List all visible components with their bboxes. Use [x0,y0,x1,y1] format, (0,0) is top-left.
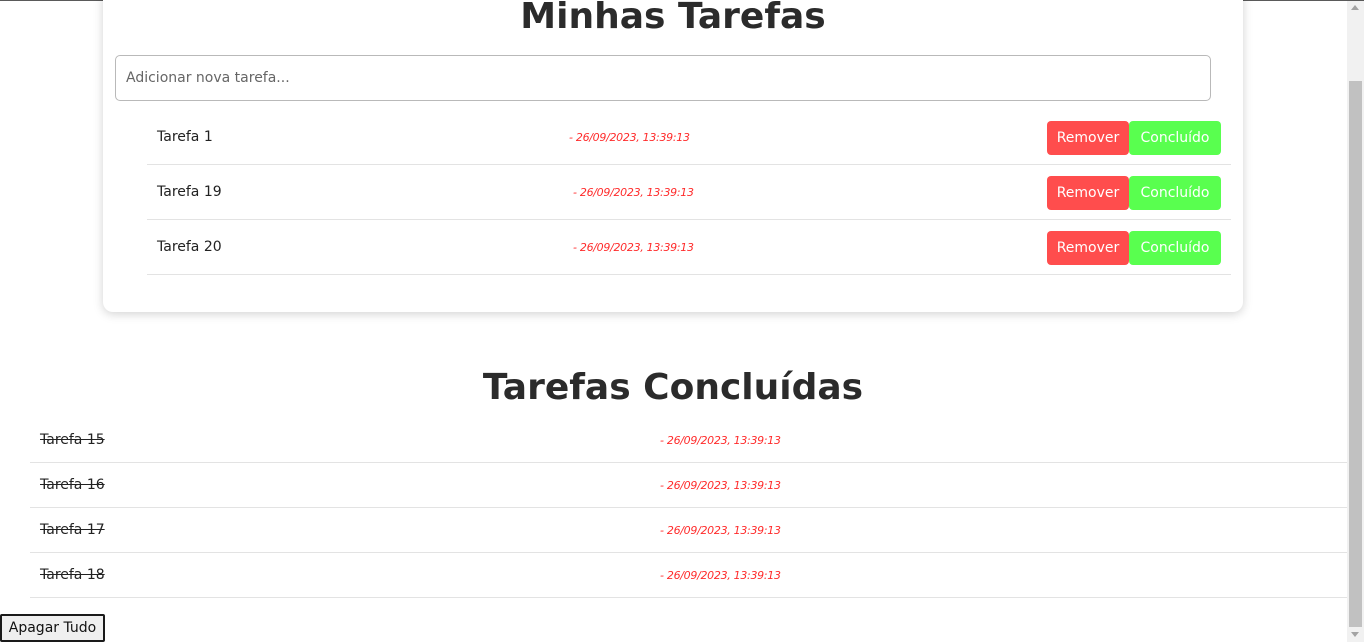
scroll-down-arrow-icon[interactable] [1351,632,1359,637]
todo-card: Minhas Tarefas Tarefa 1 - 26/09/2023, 13… [103,0,1243,312]
task-date: - 26/09/2023, 13:39:13 [569,131,690,144]
completed-task-row: Tarefa 18 - 26/09/2023, 13:39:13 [30,553,1348,598]
vertical-scrollbar[interactable] [1347,1,1364,642]
task-row: Tarefa 1 - 26/09/2023, 13:39:13 Remover … [147,110,1231,165]
completed-task-row: Tarefa 15 - 26/09/2023, 13:39:13 [30,418,1348,463]
remove-button[interactable]: Remover [1047,176,1129,210]
scroll-up-arrow-icon[interactable] [1351,5,1359,10]
done-button[interactable]: Concluído [1129,231,1221,265]
clear-all-button[interactable]: Apagar Tudo [0,614,105,642]
completed-task-date: - 26/09/2023, 13:39:13 [660,479,781,492]
completed-task-date: - 26/09/2023, 13:39:13 [660,569,781,582]
task-row: Tarefa 19 - 26/09/2023, 13:39:13 Remover… [147,165,1231,220]
done-button[interactable]: Concluído [1129,121,1221,155]
completed-task-name: Tarefa 16 [40,477,105,493]
task-row: Tarefa 20 - 26/09/2023, 13:39:13 Remover… [147,220,1231,275]
completed-task-name: Tarefa 18 [40,567,105,583]
remove-button[interactable]: Remover [1047,231,1129,265]
task-name: Tarefa 19 [157,184,222,200]
completed-task-row: Tarefa 17 - 26/09/2023, 13:39:13 [30,508,1348,553]
completed-task-list: Tarefa 15 - 26/09/2023, 13:39:13 Tarefa … [30,418,1348,598]
scrollbar-thumb[interactable] [1349,81,1362,627]
new-task-input[interactable] [115,55,1211,101]
completed-title: Tarefas Concluídas [482,367,864,408]
completed-task-date: - 26/09/2023, 13:39:13 [660,434,781,447]
task-name: Tarefa 20 [157,239,222,255]
done-button[interactable]: Concluído [1129,176,1221,210]
task-date: - 26/09/2023, 13:39:13 [573,186,694,199]
remove-button[interactable]: Remover [1047,121,1129,155]
completed-task-row: Tarefa 16 - 26/09/2023, 13:39:13 [30,463,1348,508]
completed-task-name: Tarefa 17 [40,522,105,538]
completed-task-date: - 26/09/2023, 13:39:13 [660,524,781,537]
task-date: - 26/09/2023, 13:39:13 [573,241,694,254]
page-title: Minhas Tarefas [520,0,826,37]
completed-task-name: Tarefa 15 [40,432,105,448]
pending-task-list: Tarefa 1 - 26/09/2023, 13:39:13 Remover … [147,110,1231,275]
task-name: Tarefa 1 [157,129,213,145]
